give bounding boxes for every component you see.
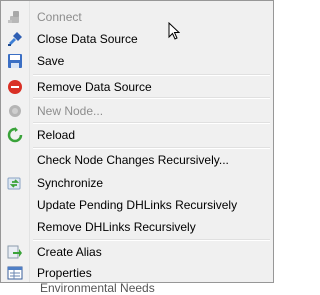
menu-item-remove-data-source[interactable]: Remove Data Source — [3, 76, 271, 98]
menu-item-connect: Connect — [3, 6, 271, 28]
menu-item-label: Close Data Source — [37, 32, 138, 46]
connect-icon — [7, 9, 23, 25]
menu-item-label: Properties — [37, 266, 92, 280]
menu-item-label: Save — [37, 54, 65, 68]
create-alias-icon — [7, 244, 23, 260]
menu-item-update-pending-dhlinks[interactable]: Update Pending DHLinks Recursively — [3, 194, 271, 216]
menu-item-label: Update Pending DHLinks Recursively — [37, 198, 238, 212]
menu-item-label: Synchronize — [37, 176, 104, 190]
menu-item-save[interactable]: Save — [3, 50, 271, 72]
menu-item-synchronize[interactable]: Synchronize — [3, 172, 271, 194]
context-menu: Connect Close Data Source Save Remove Da… — [0, 0, 274, 283]
menu-item-label: New Node... — [37, 104, 104, 118]
save-icon — [7, 53, 23, 69]
reload-icon — [7, 127, 23, 143]
menu-item-label: Remove DHLinks Recursively — [37, 220, 196, 234]
menu-item-label: Remove Data Source — [37, 80, 152, 94]
mouse-cursor-icon — [168, 21, 181, 45]
properties-icon — [7, 265, 23, 281]
menu-separator — [33, 97, 270, 99]
menu-item-label: Create Alias — [37, 245, 102, 259]
menu-item-close-data-source[interactable]: Close Data Source — [3, 28, 271, 50]
menu-item-check-node-changes[interactable]: Check Node Changes Recursively... — [3, 149, 271, 171]
menu-item-new-node: New Node... — [3, 100, 271, 122]
menu-item-create-alias[interactable]: Create Alias — [3, 241, 271, 263]
menu-item-label: Connect — [37, 10, 82, 24]
menu-item-label: Reload — [37, 128, 76, 142]
menu-item-label: Check Node Changes Recursively... — [37, 153, 229, 167]
plug-icon — [7, 31, 23, 47]
remove-icon — [7, 79, 23, 95]
new-node-icon — [7, 103, 23, 119]
background-tree-text: Environmental Needs — [40, 281, 155, 295]
menu-item-remove-dhlinks[interactable]: Remove DHLinks Recursively — [3, 216, 271, 238]
synchronize-icon — [7, 175, 23, 191]
menu-item-reload[interactable]: Reload — [3, 124, 271, 146]
